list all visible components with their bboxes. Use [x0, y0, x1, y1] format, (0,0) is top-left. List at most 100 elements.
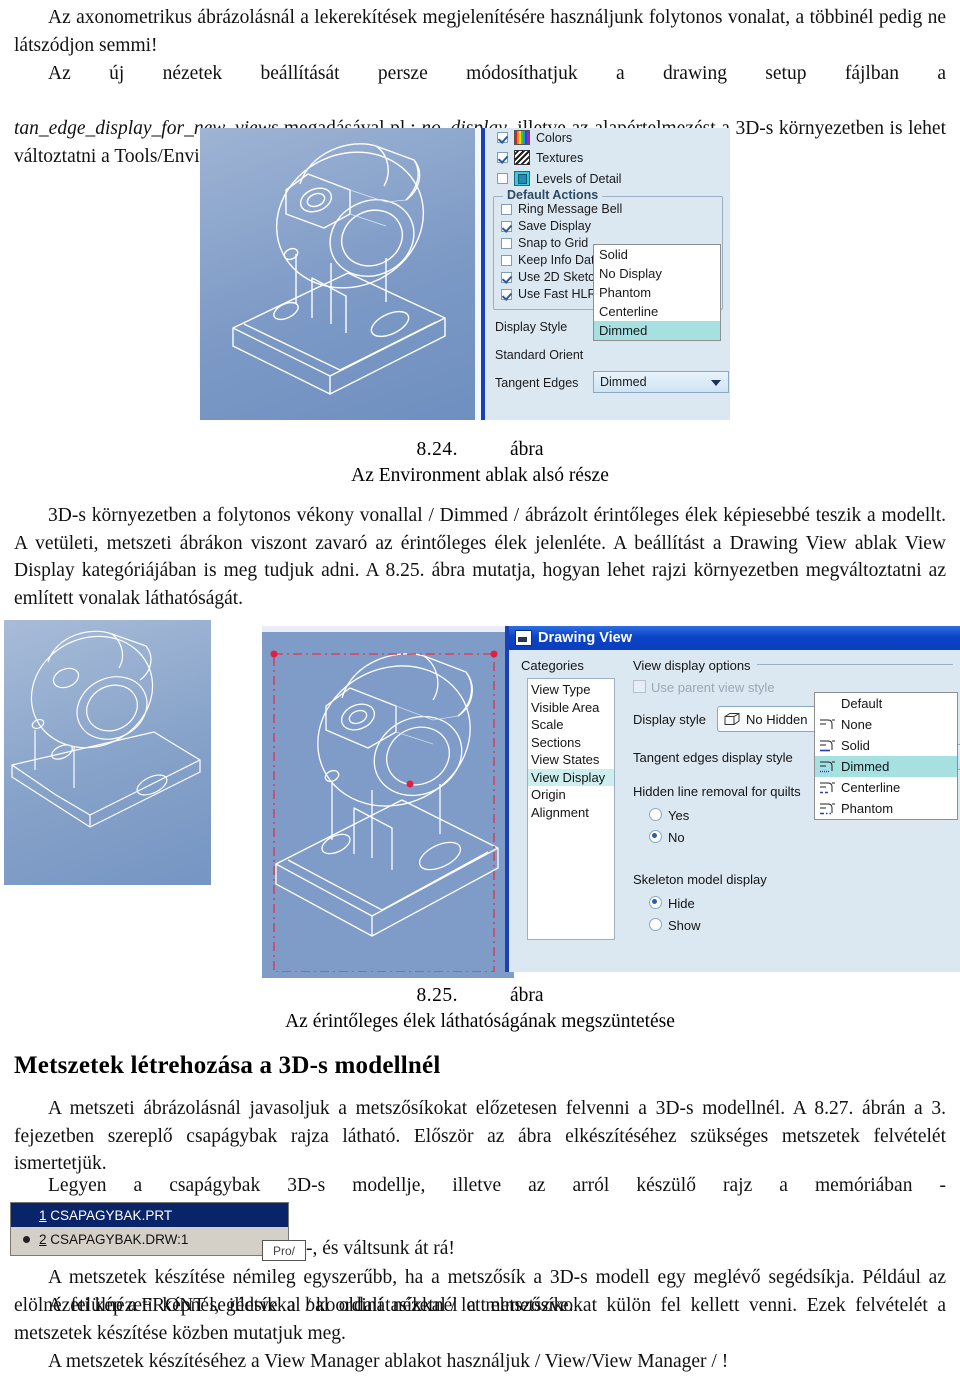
caption-8-25-line-1: 8.25. ábra	[0, 983, 960, 1009]
category-item-view-type[interactable]: View Type	[528, 681, 614, 699]
levels-of-detail-label: Levels of Detail	[536, 171, 622, 186]
paragraph-7-text: A felülnézeti képnél, illetve a bal olda…	[14, 1295, 946, 1344]
skeleton-model-radio-show[interactable]	[649, 918, 662, 931]
bearing-bracket-selected	[270, 650, 499, 973]
colors-icon	[514, 130, 530, 145]
checkbox-row-snap-to-grid[interactable]: Snap to Grid	[501, 236, 588, 250]
caption-8-24-line-1: 8.24. ábra	[0, 437, 960, 463]
chevron-down-icon[interactable]	[711, 380, 721, 386]
tangent-edges-dropdown-list[interactable]: Default None Solid Dimmed Centerline Pha…	[814, 692, 958, 820]
drawing-view-dialog: Drawing View Categories View Type Visibl…	[505, 626, 960, 972]
tangent-centerline-icon	[820, 782, 835, 794]
dropdown-option-dimmed[interactable]: Dimmed	[594, 321, 720, 340]
environment-dialog-panel: Colors Textures Levels of Detail Default…	[485, 128, 730, 420]
checkbox-row-textures[interactable]: Textures	[497, 150, 583, 165]
tangent-option-solid[interactable]: Solid	[815, 735, 957, 756]
tangent-edges-dropdown[interactable]: Solid No Display Phantom Centerline Dimm…	[593, 244, 721, 341]
window-switch-menu[interactable]: 1 CSAPAGYBAK.PRT 2 CSAPAGYBAK.DRW:1	[10, 1202, 289, 1256]
ring-message-bell-label: Ring Message Bell	[518, 202, 623, 216]
figure-8-25-drawing-view: Drawing View Categories View Type Visibl…	[0, 620, 960, 978]
bearing-bracket-wireframe	[232, 143, 446, 395]
snap-to-grid-checkbox[interactable]	[501, 237, 512, 249]
caption-8-25-subtitle: Az érintőleges élek láthatóságának megsz…	[285, 1011, 675, 1032]
keep-info-datums-checkbox[interactable]	[501, 254, 512, 266]
tangent-solid-icon	[820, 740, 835, 752]
ring-message-bell-checkbox[interactable]	[501, 203, 512, 215]
textures-checkbox[interactable]	[497, 152, 508, 163]
save-display-checkbox[interactable]	[501, 220, 512, 232]
hidden-line-removal-radio-yes[interactable]	[649, 808, 662, 821]
skeleton-model-option-hide[interactable]: Hide	[649, 896, 695, 911]
drawing-view-body: Categories View Type Visible Area Scale …	[509, 650, 960, 972]
hidden-line-removal-option-no[interactable]: No	[649, 830, 685, 845]
current-window-bullet-icon	[23, 1236, 30, 1243]
category-item-view-display[interactable]: View Display	[528, 768, 614, 786]
categories-list[interactable]: View Type Visible Area Scale Sections Vi…	[527, 678, 615, 940]
dropdown-option-centerline[interactable]: Centerline	[594, 302, 720, 321]
tangent-option-default[interactable]: Default	[815, 693, 957, 714]
checkbox-row-colors[interactable]: Colors	[497, 130, 572, 145]
textures-label: Textures	[536, 150, 584, 165]
tangent-dimmed-option-icon	[820, 761, 835, 773]
display-style-label: Display Style	[495, 320, 568, 334]
caption-8-25-word: ábra	[509, 985, 544, 1006]
menu-item-csapagybak-drw[interactable]: 2 CSAPAGYBAK.DRW:1	[11, 1227, 288, 1251]
caption-8-24-word: ábra	[509, 439, 544, 460]
tangent-option-phantom[interactable]: Phantom	[815, 798, 957, 819]
use-2d-sketcher-checkbox[interactable]	[501, 271, 512, 283]
use-parent-view-style-row[interactable]: Use parent view style	[633, 680, 775, 695]
paragraph-4-text: A metszeti ábrázolásnál javasoljuk a met…	[14, 1098, 946, 1174]
cad-view-selected-with-tangent-edges	[262, 626, 514, 978]
checkbox-row-use-fast-hlr[interactable]: Use Fast HLR	[501, 287, 597, 301]
section-heading-metszetek: Metszetek létrehozása a 3D-s modellnél	[14, 1052, 441, 1079]
category-item-alignment[interactable]: Alignment	[528, 804, 614, 822]
checkbox-row-levels-of-detail[interactable]: Levels of Detail	[497, 171, 621, 186]
checkbox-row-ring-message-bell[interactable]: Ring Message Bell	[501, 202, 622, 216]
levels-of-detail-checkbox[interactable]	[497, 173, 508, 184]
hidden-line-removal-radio-no[interactable]	[649, 830, 662, 843]
no-hidden-cube-icon	[724, 713, 740, 725]
menu-item-2-label: CSAPAGYBAK.DRW:1	[50, 1231, 189, 1247]
tangent-edges-label: Tangent Edges	[495, 376, 579, 390]
view-display-options-rule	[757, 664, 953, 665]
dropdown-option-phantom[interactable]: Phantom	[594, 283, 720, 302]
tangent-option-centerline-label: Centerline	[841, 780, 901, 795]
paragraph-8: A metszetek készítéséhez a View Manager …	[14, 1348, 946, 1376]
figure-8-24-caption: 8.24. ábra Az Environment ablak alsó rész…	[0, 437, 960, 489]
caption-8-24-subtitle: Az Environment ablak alsó része	[351, 465, 609, 486]
skeleton-model-show-label: Show	[668, 918, 701, 933]
paragraph-8-text: A metszetek készítéséhez a View Manager …	[48, 1351, 729, 1372]
menu-item-csapagybak-prt[interactable]: 1 CSAPAGYBAK.PRT	[11, 1203, 288, 1227]
paragraph-7: A felülnézeti képnél, illetve a bal olda…	[14, 1292, 946, 1347]
dropdown-option-solid[interactable]: Solid	[594, 245, 720, 264]
category-item-visible-area[interactable]: Visible Area	[528, 699, 614, 717]
category-item-sections[interactable]: Sections	[528, 734, 614, 752]
tangent-edges-combo[interactable]: Dimmed	[593, 371, 729, 393]
use-fast-hlr-checkbox[interactable]	[501, 288, 512, 300]
tangent-option-default-label: Default	[841, 696, 883, 711]
category-item-view-states[interactable]: View States	[528, 751, 614, 769]
snap-to-grid-label: Snap to Grid	[518, 236, 589, 250]
display-style-value: No Hidden	[746, 711, 808, 727]
default-actions-title: Default Actions	[503, 188, 603, 202]
dropdown-option-no-display[interactable]: No Display	[594, 264, 720, 283]
tangent-option-solid-label: Solid	[841, 738, 870, 753]
colors-label: Colors	[536, 130, 573, 145]
tangent-option-dimmed[interactable]: Dimmed	[815, 756, 957, 777]
category-item-origin[interactable]: Origin	[528, 786, 614, 804]
standard-orient-label: Standard Orient	[495, 348, 584, 362]
tangent-option-centerline[interactable]: Centerline	[815, 777, 957, 798]
colors-checkbox[interactable]	[497, 132, 508, 143]
tangent-option-none[interactable]: None	[815, 714, 957, 735]
skeleton-model-option-show[interactable]: Show	[649, 918, 701, 933]
caption-8-24-number: 8.24.	[416, 439, 458, 460]
hidden-line-removal-option-yes[interactable]: Yes	[649, 808, 689, 823]
paragraph-4: A metszeti ábrázolásnál javasoljuk a met…	[14, 1095, 946, 1178]
checkbox-row-save-display[interactable]: Save Display	[501, 219, 591, 233]
paragraph-3-text: 3D-s környezetben a folytonos vékony von…	[14, 505, 946, 609]
use-parent-view-style-checkbox[interactable]	[633, 680, 646, 693]
category-item-scale[interactable]: Scale	[528, 716, 614, 734]
skeleton-model-radio-hide[interactable]	[649, 896, 662, 909]
bearing-bracket-no-tangent	[11, 630, 201, 828]
cad-view-no-tangent-edges	[4, 620, 211, 885]
